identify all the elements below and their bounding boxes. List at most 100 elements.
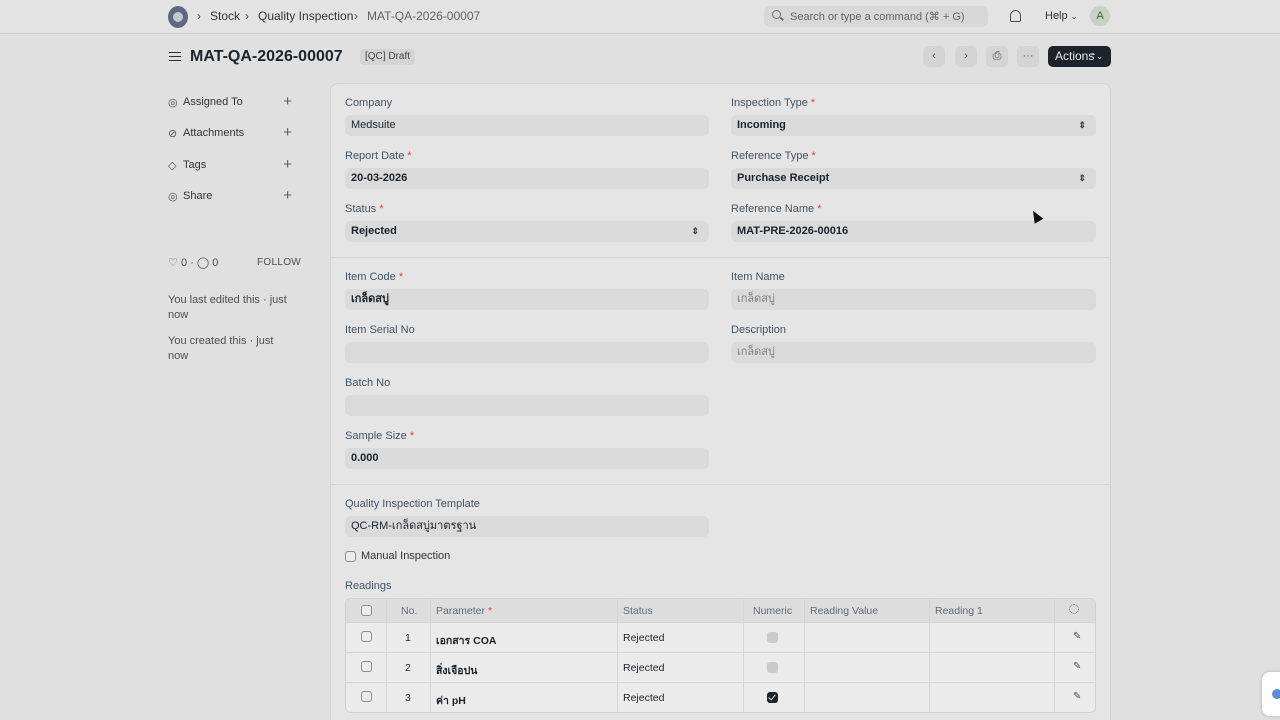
table-row[interactable]: 2 สิ่งเจือปน Rejected ✎ [346, 653, 1095, 683]
breadcrumb-stock[interactable]: Stock [210, 9, 240, 23]
readings-table: No. Parameter * Status Numeric Reading V… [345, 598, 1096, 713]
chevron-updown-icon: ⇕ [1078, 173, 1086, 183]
next-doc-button[interactable]: › [955, 46, 977, 67]
print-button[interactable]: ⎙ [986, 46, 1008, 67]
search-input[interactable] [790, 6, 984, 27]
row-status[interactable]: Rejected [623, 662, 664, 674]
reference-name-label-text: Reference Name [731, 203, 815, 215]
row-numeric-checkbox[interactable] [767, 692, 778, 703]
sidebar-item-tags[interactable]: ◇ Tags + [168, 156, 292, 174]
follow-button[interactable]: FOLLOW [257, 257, 301, 268]
chevron-right-icon: › [354, 9, 358, 23]
edit-icon[interactable]: ✎ [1073, 631, 1081, 642]
table-row[interactable]: 3 ค่า pH Rejected ✎ [346, 683, 1095, 712]
more-options-button[interactable]: ··· [1017, 46, 1039, 67]
item-code-label-text: Item Code [345, 271, 396, 283]
sidebar-toggle-icon[interactable] [169, 52, 181, 61]
chevron-right-icon: › [197, 9, 201, 23]
batch-no-field[interactable] [345, 395, 709, 416]
item-serial-no-label: Item Serial No [345, 324, 415, 336]
status-select[interactable]: Rejected ⇕ [345, 221, 709, 242]
report-date-field[interactable]: 20-03-2026 [345, 168, 709, 189]
heart-icon[interactable]: ♡ [168, 257, 178, 269]
item-name-field: เกล็ดสบู่ [731, 289, 1096, 310]
required-mark: * [811, 150, 816, 162]
reference-type-select[interactable]: Purchase Receipt ⇕ [731, 168, 1096, 189]
like-comment-counts: ♡ 0 · ◯ 0 [168, 257, 219, 269]
search-bar[interactable] [764, 6, 988, 27]
activity-created: You created this · just now [168, 335, 274, 362]
row-no: 2 [405, 662, 411, 674]
required-mark: * [409, 430, 415, 442]
like-count: 0 [180, 257, 188, 269]
avatar[interactable]: A [1090, 6, 1110, 26]
column-header-parameter-text: Parameter [436, 605, 486, 617]
company-field[interactable]: Medsuite [345, 115, 709, 136]
item-code-field[interactable]: เกล็ดสบู่ [345, 289, 709, 310]
status-value: Rejected [351, 225, 397, 237]
row-status[interactable]: Rejected [623, 632, 664, 644]
navbar: › Stock › Quality Inspection › MAT-QA-20… [0, 0, 1280, 34]
chevron-updown-icon: ⇕ [1078, 120, 1086, 130]
help-widget-icon[interactable] [1262, 672, 1280, 716]
sample-size-field[interactable]: 0.000 [345, 448, 709, 469]
status-label-text: Status [345, 203, 377, 215]
row-numeric-checkbox[interactable] [767, 662, 778, 673]
sample-size-label: Sample Size * [345, 430, 414, 442]
plus-icon[interactable]: + [283, 124, 292, 141]
description-field: เกล็ดสบู่ [731, 342, 1096, 363]
section-divider [331, 257, 1110, 258]
help-label: Help [1045, 10, 1068, 22]
breadcrumb-quality-inspection[interactable]: Quality Inspection [258, 9, 353, 23]
sidebar-item-assigned-to[interactable]: ◎ Assigned To + [168, 93, 292, 111]
sidebar-item-label: Share [183, 190, 213, 202]
chevron-updown-icon: ⇕ [691, 226, 699, 236]
chevron-down-icon: ⌄ [1070, 12, 1078, 21]
edit-icon[interactable]: ✎ [1073, 661, 1081, 672]
printer-icon: ⎙ [992, 50, 1002, 62]
select-all-checkbox[interactable] [361, 605, 372, 616]
row-parameter[interactable]: ค่า pH [436, 692, 466, 709]
bell-icon[interactable] [1010, 10, 1021, 22]
reference-type-label: Reference Type * [731, 150, 816, 162]
row-numeric-checkbox[interactable] [767, 632, 778, 643]
app-logo-icon[interactable] [168, 6, 188, 28]
item-serial-no-field[interactable] [345, 342, 709, 363]
row-parameter[interactable]: สิ่งเจือปน [436, 662, 477, 679]
inspection-type-select[interactable]: Incoming ⇕ [731, 115, 1096, 136]
required-mark: * [810, 97, 816, 109]
row-select-checkbox[interactable] [361, 661, 372, 672]
sidebar-item-share[interactable]: ◎ Share + [168, 187, 292, 205]
qi-template-label: Quality Inspection Template [345, 498, 480, 510]
actions-button[interactable]: Actions ⌃⌄ [1048, 46, 1111, 67]
user-icon: ◎ [168, 97, 178, 109]
row-parameter[interactable]: เอกสาร COA [436, 632, 496, 649]
previous-doc-button[interactable]: ‹ [923, 46, 945, 67]
sidebar-item-attachments[interactable]: ⊘ Attachments + [168, 124, 292, 142]
row-select-checkbox[interactable] [361, 691, 372, 702]
column-header-numeric: Numeric [753, 605, 793, 617]
plus-icon[interactable]: + [283, 93, 292, 110]
help-menu[interactable]: Help ⌄ [1045, 10, 1077, 22]
manual-inspection-checkbox[interactable] [345, 551, 356, 562]
plus-icon[interactable]: + [283, 187, 292, 204]
column-header-reading-value: Reading Value [810, 605, 879, 617]
section-divider [331, 484, 1110, 485]
share-icon: ◎ [168, 191, 178, 203]
plus-icon[interactable]: + [283, 156, 292, 173]
row-no: 1 [405, 632, 411, 644]
comment-icon[interactable]: ◯ [197, 257, 209, 269]
required-mark: * [407, 150, 412, 162]
row-select-checkbox[interactable] [361, 631, 372, 642]
gear-icon[interactable] [1069, 604, 1079, 614]
batch-no-label: Batch No [345, 377, 391, 389]
chevron-updown-icon: ⌃⌄ [1089, 52, 1103, 61]
column-header-no: No. [401, 605, 418, 617]
reference-name-field[interactable]: MAT-PRE-2026-00016 [731, 221, 1096, 242]
edit-icon[interactable]: ✎ [1073, 691, 1081, 702]
breadcrumb-current[interactable]: MAT-QA-2026-00007 [367, 9, 480, 23]
table-row[interactable]: 1 เอกสาร COA Rejected ✎ [346, 623, 1095, 653]
activity-last-edited: You last edited this · just now [168, 294, 287, 321]
row-status[interactable]: Rejected [623, 692, 664, 704]
qi-template-field[interactable]: QC-RM-เกล็ดสบู่มาตรฐาน [345, 516, 709, 537]
